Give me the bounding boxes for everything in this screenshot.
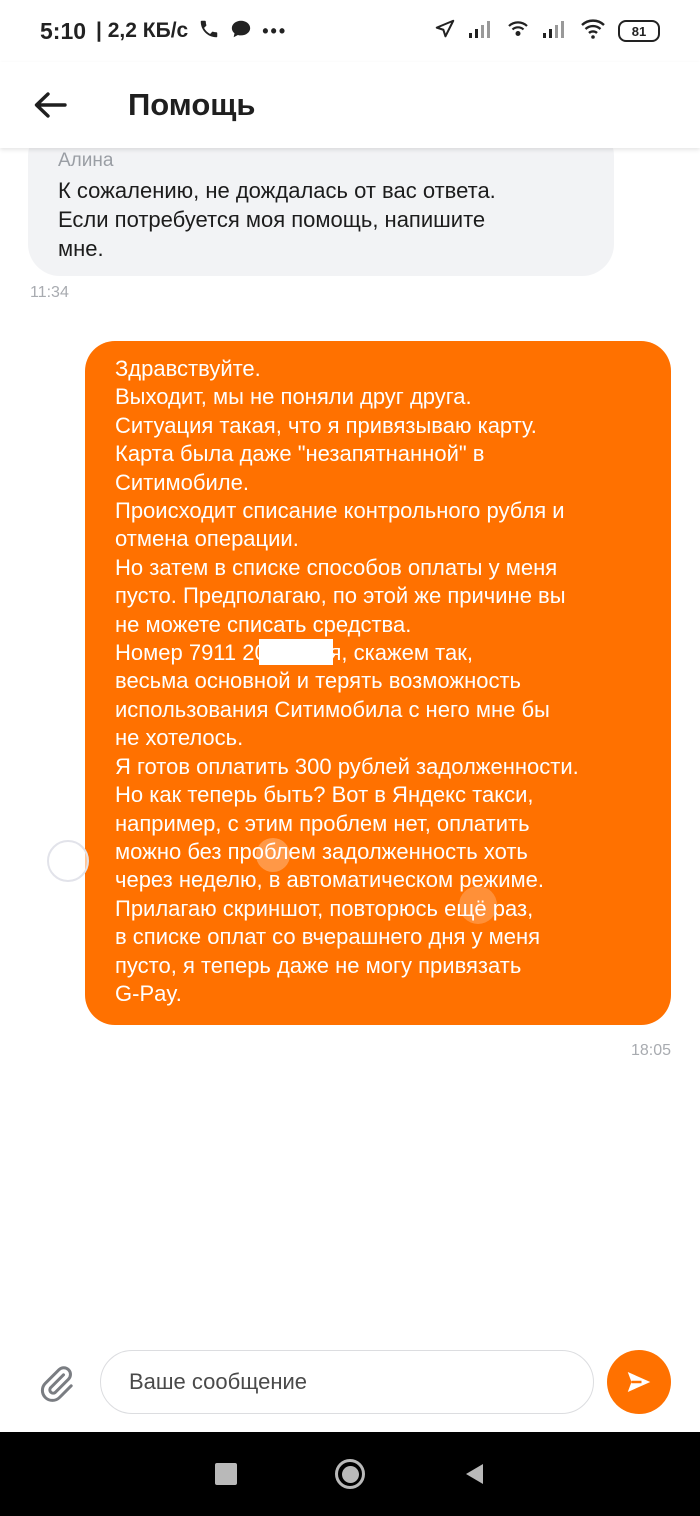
wifi-icon: [580, 18, 606, 45]
circle-icon[interactable]: [335, 1459, 365, 1489]
touch-indicator-1: [47, 840, 89, 882]
signal-icon: [468, 19, 494, 44]
outgoing-message-text: Здравствуйте. Выходит, мы не поняли друг…: [115, 356, 579, 1006]
redaction-box: [259, 639, 333, 665]
message-input[interactable]: [100, 1350, 594, 1414]
status-bar: 5:10 | 2,2 КБ/с ••• 81: [0, 0, 700, 62]
app-header: Помощь: [0, 62, 700, 148]
paperclip-icon: [40, 1366, 73, 1402]
input-bar: [0, 1338, 700, 1432]
battery-indicator: 81: [618, 20, 660, 42]
status-time: 5:10: [40, 17, 87, 44]
navigation-bar: [0, 1432, 700, 1516]
hotspot-icon: [506, 18, 530, 45]
location-arrow-icon: [434, 18, 456, 45]
signal-icon-2: [542, 19, 568, 44]
status-left: 5:10 | 2,2 КБ/с •••: [40, 18, 287, 45]
incoming-message-bubble[interactable]: Алина К сожалению, не дождалась от вас о…: [28, 148, 614, 276]
triangle-back-icon[interactable]: [463, 1462, 485, 1486]
arrow-left-icon: [34, 92, 67, 118]
outgoing-message-bubble[interactable]: Здравствуйте. Выходит, мы не поняли друг…: [85, 341, 671, 1025]
send-icon: [627, 1372, 651, 1392]
touch-indicator-3: [459, 886, 497, 924]
touch-indicator-2: [256, 838, 290, 872]
sender-name: Алина: [58, 150, 114, 171]
outgoing-message-time: 18:05: [630, 1042, 671, 1059]
network-speed: | 2,2 КБ/с: [96, 19, 189, 42]
screen: 5:10 | 2,2 КБ/с ••• 81 Помощь Алина К со…: [0, 0, 700, 1516]
more-indicator: •••: [262, 20, 288, 41]
attach-button[interactable]: [30, 1358, 82, 1410]
phone-icon: [198, 18, 220, 45]
send-button[interactable]: [607, 1350, 671, 1414]
incoming-message-time: 11:34: [30, 284, 69, 301]
back-button[interactable]: [0, 62, 100, 148]
chat-icon: [230, 18, 252, 45]
home-inner-dot: [341, 1465, 359, 1483]
incoming-message-text: К сожалению, не дождалась от вас ответа.…: [58, 178, 496, 261]
square-icon[interactable]: [215, 1463, 237, 1485]
chat-area[interactable]: Алина К сожалению, не дождалась от вас о…: [0, 148, 700, 1338]
status-right: 81: [434, 18, 660, 45]
page-title: Помощь: [128, 87, 256, 122]
